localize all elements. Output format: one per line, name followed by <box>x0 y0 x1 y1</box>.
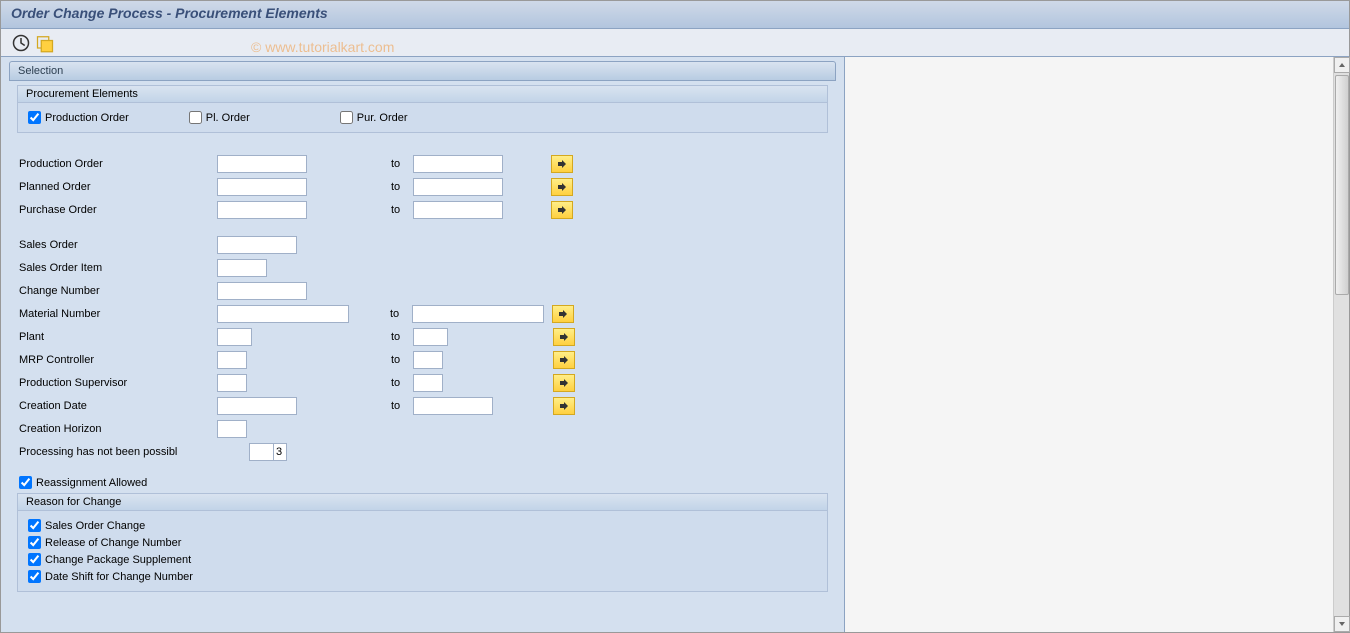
production-order-from-input[interactable] <box>217 155 307 173</box>
variant-button[interactable] <box>35 33 55 53</box>
creation-date-row: Creation Date to <box>17 395 828 417</box>
selection-group: Selection Procurement Elements Productio… <box>9 61 836 596</box>
pur-order-checkbox[interactable]: Pur. Order <box>340 111 408 124</box>
mrp-controller-label: MRP Controller <box>17 354 217 366</box>
sales-order-change-checkbox[interactable]: Sales Order Change <box>28 517 817 534</box>
pl-order-label: Pl. Order <box>206 112 250 124</box>
sales-order-label: Sales Order <box>17 239 217 251</box>
planned-order-from-input[interactable] <box>217 178 307 196</box>
processing-row: Processing has not been possibl <box>17 441 828 463</box>
change-number-row: Change Number <box>17 280 828 302</box>
plant-label: Plant <box>17 331 217 343</box>
planned-order-more-button[interactable] <box>551 178 573 196</box>
sales-order-row: Sales Order <box>17 234 828 256</box>
material-number-label: Material Number <box>17 308 217 320</box>
creation-horizon-input[interactable] <box>217 420 247 438</box>
pur-order-label: Pur. Order <box>357 112 408 124</box>
title-bar: Order Change Process - Procurement Eleme… <box>1 1 1349 29</box>
mrp-to-input[interactable] <box>413 351 443 369</box>
planned-order-to-input[interactable] <box>413 178 503 196</box>
to-label: to <box>383 158 413 170</box>
processing-label: Processing has not been possibl <box>17 446 249 458</box>
production-supervisor-label: Production Supervisor <box>17 377 217 389</box>
scroll-down-button[interactable] <box>1334 616 1350 632</box>
production-supervisor-row: Production Supervisor to <box>17 372 828 394</box>
page-title: Order Change Process - Procurement Eleme… <box>11 5 1339 21</box>
plant-row: Plant to <box>17 326 828 348</box>
purchase-order-more-button[interactable] <box>551 201 573 219</box>
mrp-from-input[interactable] <box>217 351 247 369</box>
creation-date-from-input[interactable] <box>217 397 297 415</box>
main-panel: Selection Procurement Elements Productio… <box>1 57 845 632</box>
production-order-field-label: Production Order <box>17 158 217 170</box>
sales-order-item-input[interactable] <box>217 259 267 277</box>
planned-order-field-label: Planned Order <box>17 181 217 193</box>
content-area: Selection Procurement Elements Productio… <box>1 57 1349 632</box>
scrollbar[interactable] <box>1333 57 1349 632</box>
toolbar <box>1 29 1349 57</box>
scroll-up-button[interactable] <box>1334 57 1350 73</box>
material-number-row: Material Number to <box>17 303 828 325</box>
supervisor-to-input[interactable] <box>413 374 443 392</box>
supervisor-from-input[interactable] <box>217 374 247 392</box>
production-order-label: Production Order <box>45 112 129 124</box>
creation-date-to-input[interactable] <box>413 397 493 415</box>
procurement-elements-group: Procurement Elements Production Order Pl… <box>17 85 828 133</box>
creation-horizon-row: Creation Horizon <box>17 418 828 440</box>
pl-order-checkbox[interactable]: Pl. Order <box>189 111 250 124</box>
release-change-number-checkbox[interactable]: Release of Change Number <box>28 534 817 551</box>
supervisor-more-button[interactable] <box>553 374 575 392</box>
reason-header: Reason for Change <box>18 494 827 511</box>
processing-blank-input[interactable] <box>249 443 274 461</box>
reason-group: Reason for Change Sales Order Change Rel… <box>17 493 828 592</box>
change-package-supplement-checkbox[interactable]: Change Package Supplement <box>28 551 817 568</box>
execute-button[interactable] <box>11 33 31 53</box>
purchase-order-row: Purchase Order to <box>17 199 828 221</box>
production-order-checkbox[interactable]: Production Order <box>28 111 129 124</box>
plant-to-input[interactable] <box>413 328 448 346</box>
creation-horizon-label: Creation Horizon <box>17 423 217 435</box>
purchase-order-field-label: Purchase Order <box>17 204 217 216</box>
change-number-label: Change Number <box>17 285 217 297</box>
material-number-from-input[interactable] <box>217 305 349 323</box>
right-panel <box>845 57 1349 632</box>
sales-order-item-label: Sales Order Item <box>17 262 217 274</box>
creation-date-label: Creation Date <box>17 400 217 412</box>
production-order-more-button[interactable] <box>551 155 573 173</box>
planned-order-row: Planned Order to <box>17 176 828 198</box>
material-number-more-button[interactable] <box>552 305 574 323</box>
sales-order-input[interactable] <box>217 236 297 254</box>
purchase-order-to-input[interactable] <box>413 201 503 219</box>
scroll-thumb[interactable] <box>1335 75 1349 295</box>
selection-header: Selection <box>9 61 836 81</box>
reassignment-checkbox[interactable]: Reassignment Allowed <box>17 476 828 489</box>
date-shift-checkbox[interactable]: Date Shift for Change Number <box>28 568 817 585</box>
procurement-header: Procurement Elements <box>18 86 827 103</box>
mrp-controller-row: MRP Controller to <box>17 349 828 371</box>
plant-more-button[interactable] <box>553 328 575 346</box>
processing-value-input[interactable] <box>273 443 287 461</box>
creation-date-more-button[interactable] <box>553 397 575 415</box>
production-order-row: Production Order to <box>17 153 828 175</box>
material-number-to-input[interactable] <box>412 305 544 323</box>
mrp-more-button[interactable] <box>553 351 575 369</box>
sales-order-item-row: Sales Order Item <box>17 257 828 279</box>
reassignment-label: Reassignment Allowed <box>36 477 147 489</box>
change-number-input[interactable] <box>217 282 307 300</box>
purchase-order-from-input[interactable] <box>217 201 307 219</box>
production-order-to-input[interactable] <box>413 155 503 173</box>
plant-from-input[interactable] <box>217 328 252 346</box>
